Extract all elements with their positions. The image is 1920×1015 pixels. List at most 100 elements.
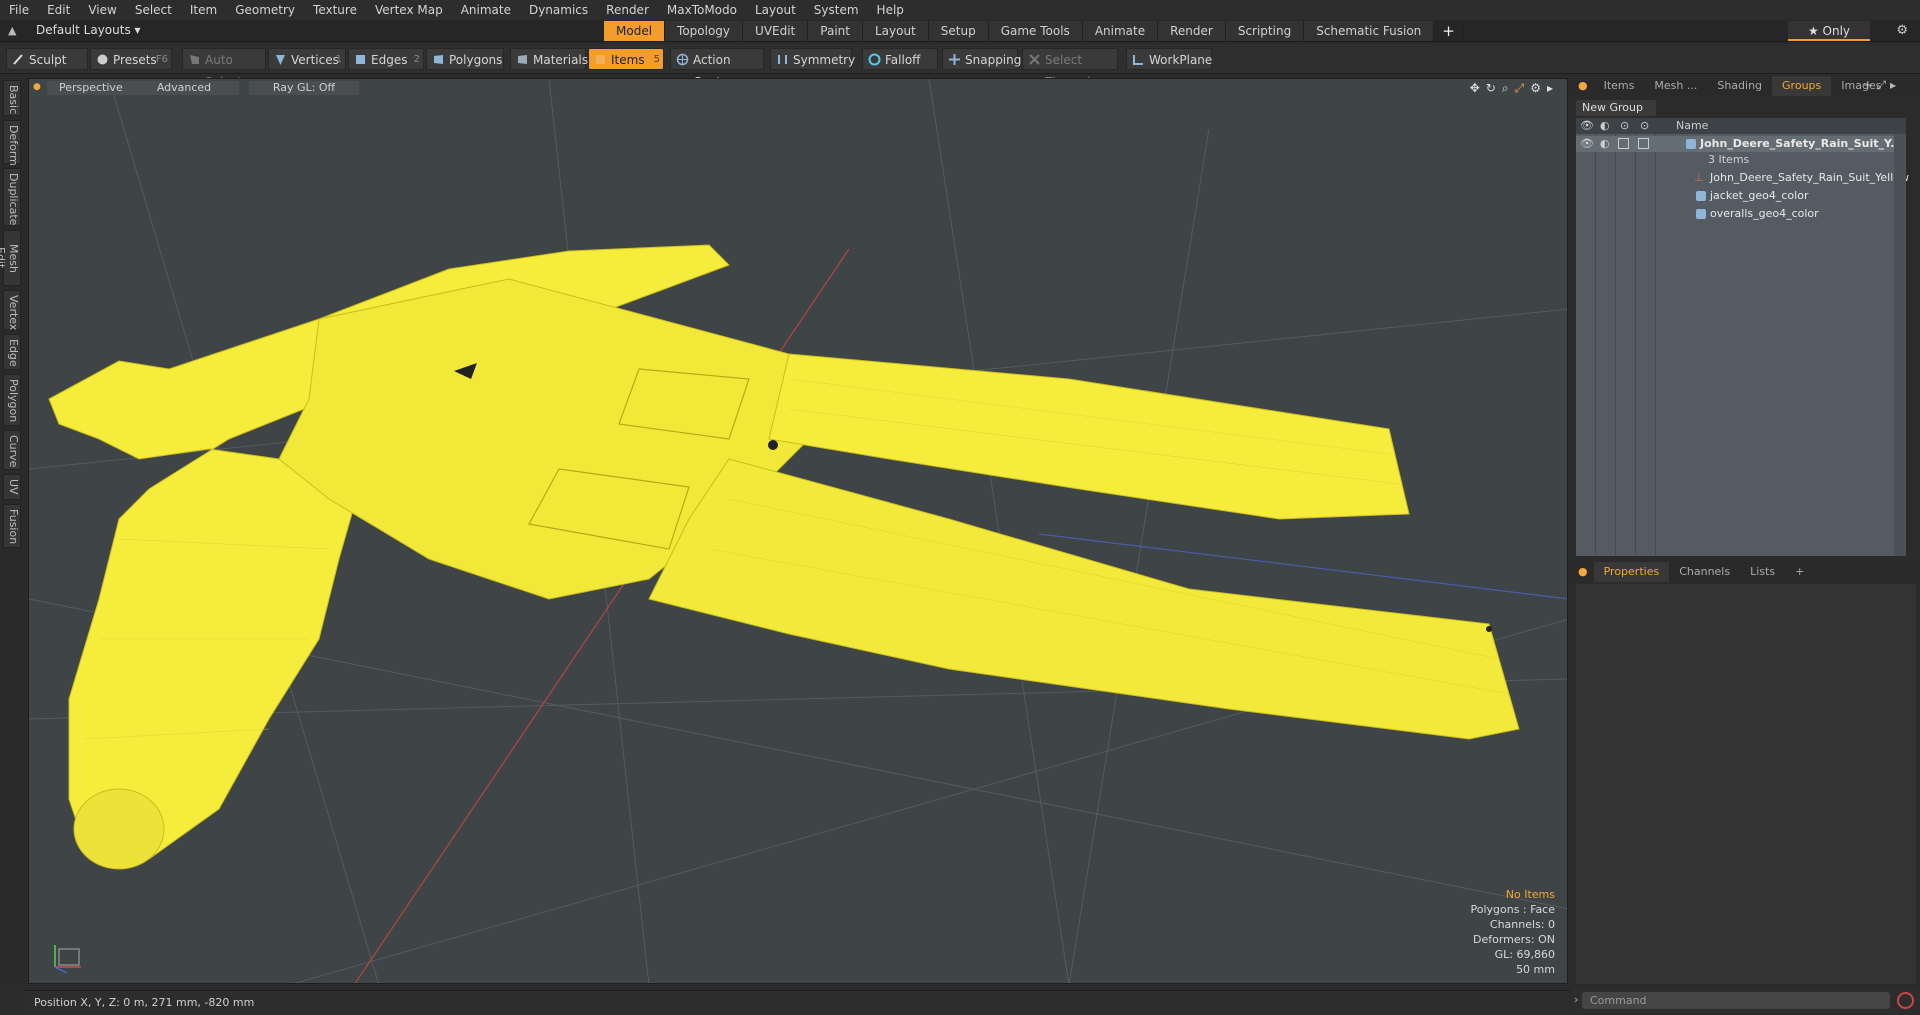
tree-scrollbar[interactable]	[1894, 134, 1906, 556]
tab-scripting[interactable]: Scripting	[1225, 21, 1305, 41]
menu-select[interactable]: Select	[126, 0, 181, 20]
record-macro-icon[interactable]	[1897, 992, 1914, 1009]
only-button[interactable]: ★ Only	[1788, 21, 1870, 41]
tab-mesh[interactable]: Mesh ...	[1644, 76, 1707, 96]
zoom-icon[interactable]: ⌕	[1502, 81, 1509, 96]
tab-edge[interactable]: Edge	[3, 334, 21, 370]
menu-geometry[interactable]: Geometry	[226, 0, 304, 20]
menu-item[interactable]: Item	[181, 0, 226, 20]
viewport-settings-icon[interactable]: ⚙	[1530, 81, 1541, 96]
menu-texture[interactable]: Texture	[304, 0, 366, 20]
menu-edit[interactable]: Edit	[38, 0, 79, 20]
tab-mesh-edit[interactable]: Mesh Edit	[0, 230, 21, 286]
gear-icon[interactable]: ⚙	[1896, 23, 1908, 38]
falloff-button[interactable]: Falloff	[862, 48, 938, 70]
list-item[interactable]: jacket_geo4_color	[1576, 188, 1906, 204]
snapping-button[interactable]: Snapping	[942, 48, 1021, 70]
group-row[interactable]: 👁 ◐ John_Deere_Safety_Rain_Suit_Y...	[1576, 136, 1906, 152]
workplane-button[interactable]: WorkPlane	[1126, 48, 1212, 70]
viewport-menu-dot[interactable]: ●	[33, 82, 41, 92]
command-input[interactable]: Command	[1582, 992, 1890, 1009]
tab-duplicate[interactable]: Duplicate	[3, 168, 21, 226]
raygl-button[interactable]: Ray GL: Off	[249, 81, 359, 95]
layout-selector[interactable]: Default Layouts ▾	[36, 23, 141, 37]
tab-fusion[interactable]: Fusion	[3, 504, 21, 548]
tab-schematic-fusion[interactable]: Schematic Fusion	[1304, 21, 1435, 41]
tab-polygon[interactable]: Polygon	[3, 374, 21, 426]
edges-button[interactable]: Edges 2	[348, 48, 424, 70]
stat-deformers: Deformers: ON	[1473, 933, 1555, 946]
add-tab-icon[interactable]: +	[1434, 21, 1464, 41]
menu-view[interactable]: View	[79, 0, 125, 20]
symmetry-button[interactable]: Symmetry	[770, 48, 855, 70]
group-lock-checkbox[interactable]	[1618, 138, 1629, 149]
layout-collapse-icon[interactable]: ▲	[8, 24, 22, 38]
tab-model[interactable]: Model	[604, 21, 666, 41]
view-mode-button[interactable]: Perspective	[47, 81, 135, 95]
tab-groups[interactable]: Groups	[1772, 76, 1832, 96]
rain-suit-model[interactable]	[48, 244, 1520, 870]
items-button[interactable]: Items 5	[588, 48, 664, 70]
presets-button[interactable]: Presets F6	[90, 48, 172, 70]
lock-icon[interactable]: ⊙	[1620, 119, 1629, 132]
stat-scale: 50 mm	[1516, 963, 1555, 976]
tab-setup[interactable]: Setup	[928, 21, 989, 41]
props-menu-dot[interactable]: ●	[1572, 562, 1594, 582]
add-panel-tab-icon[interactable]: + ⤢ ▸	[1863, 78, 1896, 93]
menu-layout[interactable]: Layout	[746, 0, 805, 20]
tab-render[interactable]: Render	[1158, 21, 1226, 41]
action-center-button[interactable]: Action Center	[670, 48, 764, 89]
tab-channels[interactable]: Channels	[1669, 562, 1740, 582]
menu-system[interactable]: System	[805, 0, 868, 20]
render-icon[interactable]: ◐	[1600, 119, 1610, 132]
add-props-tab-icon[interactable]: +	[1785, 562, 1814, 582]
tab-topology[interactable]: Topology	[665, 21, 744, 41]
menu-help[interactable]: Help	[868, 0, 913, 20]
auto-select-button[interactable]: Auto Select	[182, 48, 266, 89]
menu-render[interactable]: Render	[597, 0, 658, 20]
panel-menu-dot[interactable]: ●	[1572, 76, 1594, 96]
tab-game-tools[interactable]: Game Tools	[988, 21, 1083, 41]
list-item[interactable]: overalls_geo4_color	[1576, 206, 1906, 222]
tab-uvedit[interactable]: UVEdit	[743, 21, 809, 41]
viewport-more-icon[interactable]: ▸	[1547, 81, 1553, 96]
3d-viewport[interactable]: ● Perspective Advanced Ray GL: Off ✥ ↻ ⌕…	[28, 78, 1568, 984]
tab-deform[interactable]: Deform	[3, 120, 21, 166]
name-column-header[interactable]: Name	[1676, 119, 1708, 132]
select-through-button[interactable]: Select Through	[1022, 48, 1118, 89]
tab-properties[interactable]: Properties	[1593, 562, 1670, 582]
rotate-icon[interactable]: ↻	[1486, 81, 1496, 96]
materials-button[interactable]: Materials	[510, 48, 588, 70]
tab-lists[interactable]: Lists	[1740, 562, 1785, 582]
vertices-button[interactable]: Vertices 1	[268, 48, 346, 70]
menu-animate[interactable]: Animate	[452, 0, 520, 20]
tab-layout[interactable]: Layout	[862, 21, 929, 41]
menu-file[interactable]: File	[0, 0, 38, 20]
tab-uv[interactable]: UV	[3, 474, 21, 500]
pan-icon[interactable]: ✥	[1470, 81, 1480, 96]
viewport-canvas[interactable]	[29, 79, 1568, 984]
tab-vertex[interactable]: Vertex	[3, 290, 21, 330]
menu-dynamics[interactable]: Dynamics	[520, 0, 597, 20]
viewport-header: ● Perspective Advanced Ray GL: Off ✥ ↻ ⌕…	[29, 79, 1567, 97]
eye-icon[interactable]: 👁	[1580, 119, 1594, 132]
tab-curve[interactable]: Curve	[3, 430, 21, 470]
shading-mode-button[interactable]: Advanced	[129, 81, 239, 95]
tab-animate[interactable]: Animate	[1082, 21, 1159, 41]
menu-vertex-map[interactable]: Vertex Map	[366, 0, 452, 20]
tab-shading[interactable]: Shading	[1707, 76, 1772, 96]
polygons-button[interactable]: Polygons	[426, 48, 504, 70]
group-visibility-icon[interactable]: 👁	[1580, 137, 1594, 150]
group-name: John_Deere_Safety_Rain_Suit_Y...	[1700, 137, 1903, 150]
new-group-button[interactable]: New Group	[1576, 100, 1656, 116]
tab-basic[interactable]: Basic	[3, 80, 21, 116]
list-item[interactable]: ⊥ John_Deere_Safety_Rain_Suit_Yellow	[1576, 170, 1909, 186]
tab-paint[interactable]: Paint	[808, 21, 863, 41]
sculpt-button[interactable]: Sculpt	[6, 48, 88, 70]
fit-icon[interactable]: ⤢	[1515, 81, 1525, 96]
menu-maxtomodo[interactable]: MaxToModo	[658, 0, 746, 20]
selectable-icon[interactable]: ⊙	[1640, 119, 1649, 132]
tab-items[interactable]: Items	[1594, 76, 1645, 96]
group-select-checkbox[interactable]	[1638, 138, 1649, 149]
group-render-icon[interactable]: ◐	[1600, 137, 1610, 150]
